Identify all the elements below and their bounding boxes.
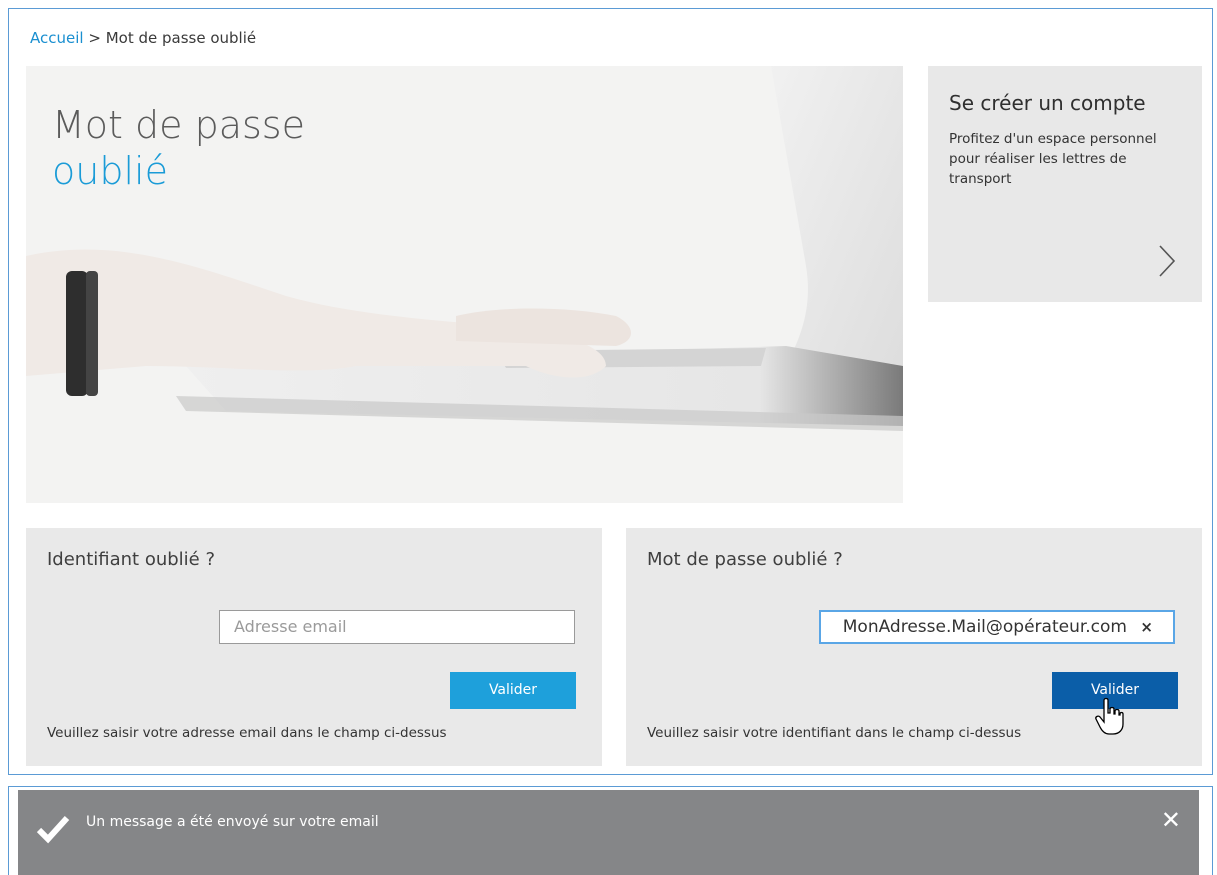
breadcrumb-current: Mot de passe oublié	[105, 29, 257, 47]
success-toast: Un message a été envoyé sur votre email …	[18, 790, 1199, 875]
password-hint: Veuillez saisir votre identifiant dans l…	[647, 725, 1022, 741]
close-icon[interactable]: ✕	[1161, 806, 1181, 834]
breadcrumb-separator: >	[88, 29, 101, 47]
identifiant-input-value: MonAdresse.Mail@opérateur.com	[842, 617, 1127, 637]
identifiant-oublie-panel: Identifiant oublié ? Adresse email Valid…	[26, 528, 602, 766]
page-title: Mot de passe oublié	[52, 102, 305, 194]
create-account-text: Profitez d'un espace personnel pour réal…	[949, 131, 1157, 187]
identifiant-submit-button[interactable]: Valider	[450, 672, 576, 709]
password-panel-title: Mot de passe oublié ?	[647, 549, 843, 570]
email-input[interactable]: Adresse email	[219, 610, 575, 644]
create-account-title: Se créer un compte	[949, 91, 1146, 115]
create-account-card[interactable]: Se créer un compte Profitez d'un espace …	[928, 66, 1202, 302]
page-title-line1: Mot de passe	[52, 103, 305, 147]
page-title-line2: oublié	[52, 149, 168, 193]
identifiant-input[interactable]: MonAdresse.Mail@opérateur.com ×	[819, 610, 1175, 644]
hand-pointer-icon	[1095, 697, 1124, 735]
hero-banner: Mot de passe oublié	[26, 66, 903, 503]
breadcrumb-home-link[interactable]: Accueil	[30, 29, 84, 47]
breadcrumb: Accueil > Mot de passe oublié	[30, 29, 256, 47]
toast-message: Un message a été envoyé sur votre email	[86, 814, 379, 830]
clear-icon[interactable]: ×	[1140, 612, 1153, 642]
identifiant-panel-title: Identifiant oublié ?	[47, 549, 216, 570]
identifiant-hint: Veuillez saisir votre adresse email dans…	[47, 725, 447, 741]
checkmark-icon	[36, 815, 70, 844]
chevron-right-icon[interactable]	[1158, 244, 1176, 278]
